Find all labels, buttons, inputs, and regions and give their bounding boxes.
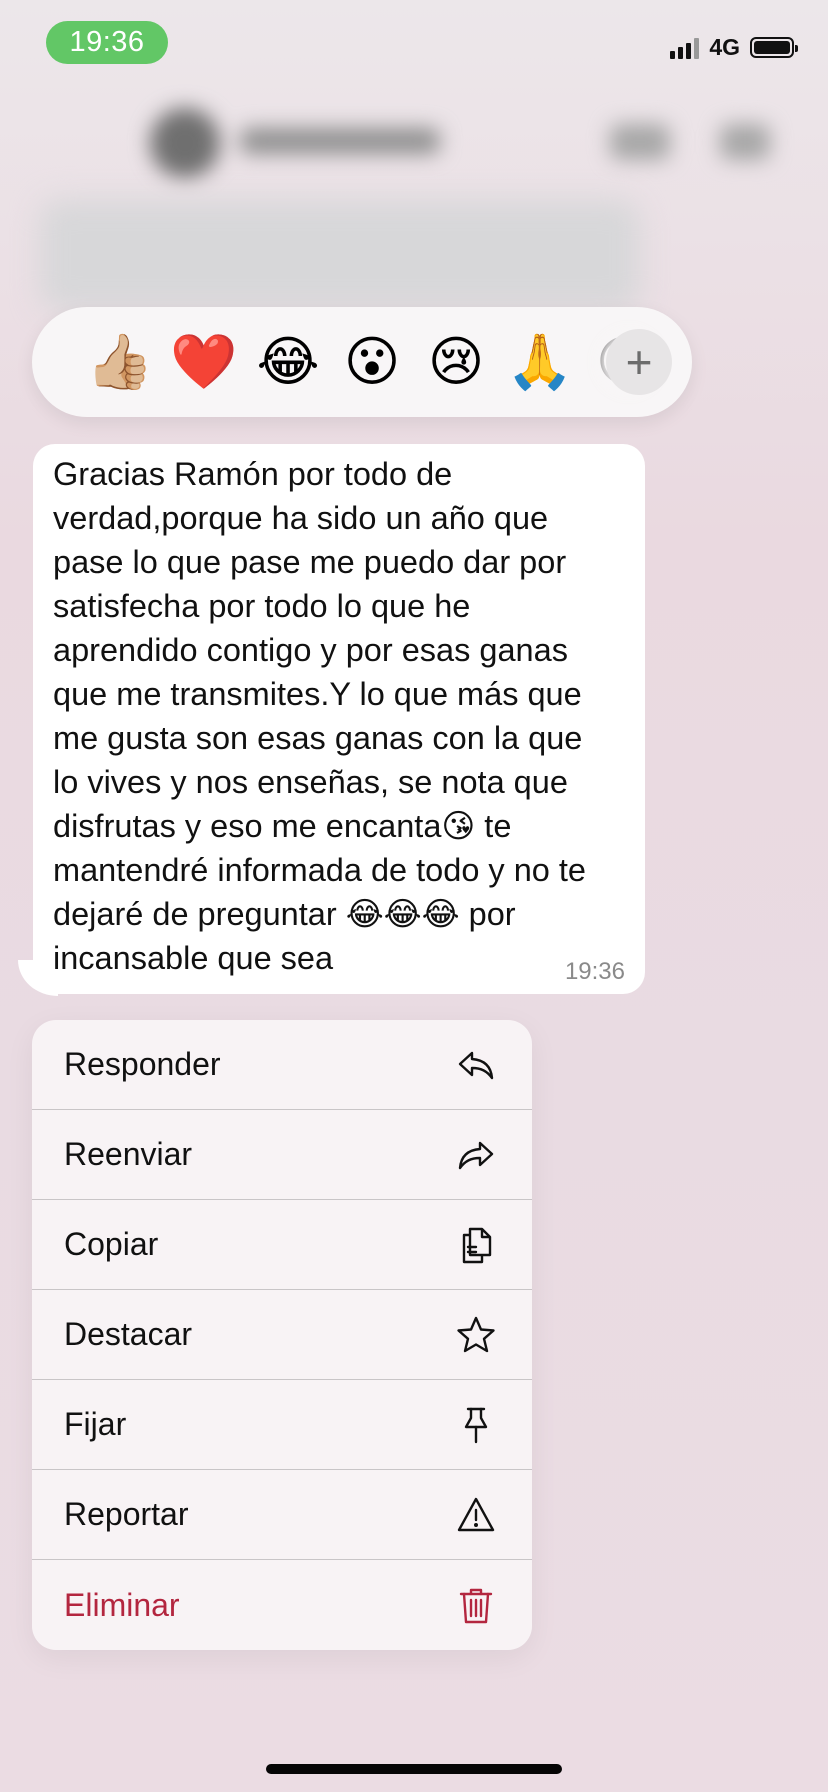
menu-item-delete[interactable]: Eliminar [32,1560,532,1650]
reaction-bar: 👍🏼 ❤️ 😂 😮 😢 🙏 😊 + [32,307,692,417]
menu-label: Destacar [64,1316,193,1352]
network-type: 4G [709,34,740,60]
reaction-laughing[interactable]: 😂 [250,307,326,417]
signal-icon [670,37,700,59]
copy-icon [462,1227,492,1264]
status-time[interactable]: 19:36 [46,21,168,64]
home-indicator[interactable] [266,1764,562,1774]
reaction-heart[interactable]: ❤️ [166,307,242,417]
message-bubble[interactable]: Gracias Ramón por todo de verdad,porque … [33,444,645,994]
status-bar: 19:36 4G [0,0,828,90]
pin-icon [464,1407,488,1444]
reaction-praying[interactable]: 🙏 [502,307,578,417]
menu-item-copy[interactable]: Copiar [32,1200,532,1290]
menu-label: Eliminar [64,1586,180,1623]
menu-label: Responder [64,1046,221,1082]
menu-label: Reportar [64,1496,189,1532]
blurred-chat-header [0,90,828,190]
reaction-thumbs-up[interactable]: 👍🏼 [82,307,158,417]
menu-item-pin[interactable]: Fijar [32,1380,532,1470]
blurred-background-message [40,200,640,310]
menu-label: Fijar [64,1406,127,1442]
menu-label: Copiar [64,1226,159,1262]
menu-label: Reenviar [64,1136,193,1172]
context-menu: Responder Reenviar Copiar Destacar Fijar [32,1020,532,1650]
menu-item-report[interactable]: Reportar [32,1470,532,1560]
message-timestamp: 19:36 [564,958,625,985]
star-icon [457,1316,495,1353]
battery-icon [750,37,798,58]
message-text: Gracias Ramón por todo de verdad,porque … [53,456,586,976]
forward-icon [458,1141,494,1170]
warning-icon [457,1497,495,1532]
trash-icon [459,1588,493,1624]
reaction-surprised[interactable]: 😮 [334,307,410,417]
reply-icon [458,1051,494,1080]
menu-item-forward[interactable]: Reenviar [32,1110,532,1200]
add-reaction-button[interactable]: + [606,329,672,395]
menu-item-star[interactable]: Destacar [32,1290,532,1380]
system-icons: 4G [670,34,798,61]
menu-item-reply[interactable]: Responder [32,1020,532,1110]
reaction-crying[interactable]: 😢 [418,307,494,417]
